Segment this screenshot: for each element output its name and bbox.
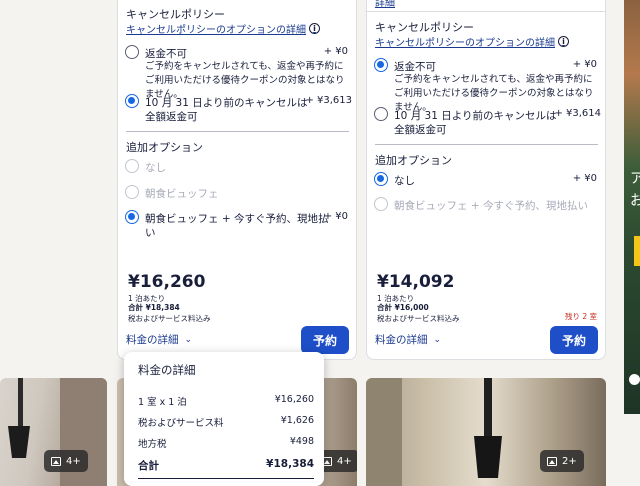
top-details-link[interactable]: 詳細 — [375, 0, 395, 9]
reserve-button[interactable]: 予約 — [301, 326, 349, 354]
reserve-button[interactable]: 予約 — [550, 326, 598, 354]
option-refundable-label: 10 月 31 日より前のキャンセルは — [145, 97, 308, 109]
photo-count-text: 2+ — [562, 455, 577, 467]
radio-addon-breakfast-pay-later — [374, 197, 388, 211]
divider — [375, 144, 598, 145]
top-details-text[interactable]: 詳細 — [375, 0, 395, 9]
room-offer-card-left: キャンセルポリシー キャンセルポリシーのオプションの詳細 i 返金不可 + ¥0… — [117, 0, 357, 360]
info-icon[interactable]: i — [309, 23, 320, 34]
addon-title: 追加オプション — [126, 141, 203, 154]
ad-text: ア お — [630, 171, 640, 209]
total-price: 合計 ¥16,000 — [377, 303, 429, 312]
popup-row-total: 合計 ¥18,384 — [138, 458, 314, 473]
popup-total-value: ¥18,384 — [266, 458, 314, 470]
tax-note: 税およびサービス料込み — [128, 314, 211, 323]
total-price: 合計 ¥18,384 — [128, 303, 180, 312]
popup-row-tax: 税およびサービス料 ¥1,626 — [138, 415, 314, 429]
divider — [126, 131, 349, 132]
price-details-text[interactable]: 料金の詳細 — [375, 332, 428, 347]
photo-count-text: 4+ — [337, 455, 352, 467]
radio-addon-breakfast — [125, 185, 139, 199]
option-refundable-label2: 全額返金可 — [145, 111, 198, 123]
price-details-popup: 料金の詳細 1 室 x 1 泊 ¥16,260 税およびサービス料 ¥1,626… — [124, 352, 324, 486]
popup-title: 料金の詳細 — [138, 363, 196, 377]
addon-none-label: なし — [394, 175, 415, 187]
addon-none-price: + ¥0 — [572, 173, 597, 184]
clock-icon — [629, 374, 640, 385]
popup-row-room: 1 室 x 1 泊 ¥16,260 — [138, 394, 314, 408]
option-nonrefundable-label: 返金不可 — [394, 61, 436, 73]
popup-row-label: 地方税 — [138, 439, 167, 450]
room-offer-card-right: 詳細 キャンセルポリシー キャンセルポリシーのオプションの詳細 i 返金不可 +… — [366, 0, 606, 360]
option-refundable-label2: 全額返金可 — [394, 124, 447, 136]
radio-addon-none — [125, 159, 139, 173]
photo-count-badge[interactable]: 2+ — [540, 450, 584, 472]
option-nonrefundable-label: 返金不可 — [145, 48, 187, 60]
image-icon — [51, 456, 61, 466]
radio-nonrefundable[interactable] — [374, 58, 388, 72]
option-refundable-price: + ¥3,613 — [305, 95, 352, 106]
radio-refundable[interactable] — [374, 107, 388, 121]
nightly-price: ¥14,092 — [377, 272, 455, 292]
cancel-policy-title: キャンセルポリシー — [375, 21, 474, 34]
room-photo-right[interactable]: 2+ — [366, 378, 606, 486]
ad-banner[interactable]: ア お — [624, 0, 640, 414]
option-nonrefundable-price: + ¥0 — [572, 59, 597, 70]
radio-nonrefundable[interactable] — [125, 45, 139, 59]
price-details-link[interactable]: 料金の詳細 ⌄ — [126, 332, 192, 347]
rooms-left-badge: 残り 2 室 — [564, 312, 597, 321]
popup-row-label: 1 室 x 1 泊 — [138, 397, 187, 408]
addon-breakfast-pay-later-label: 朝食ビュッフェ + 今すぐ予約、現地払 — [145, 213, 329, 225]
popup-row-value: ¥16,260 — [274, 394, 314, 405]
cancel-policy-details-link[interactable]: キャンセルポリシーのオプションの詳細 i — [126, 21, 320, 36]
price-details-text[interactable]: 料金の詳細 — [126, 332, 179, 347]
addon-none-label: なし — [145, 162, 166, 174]
radio-refundable[interactable] — [125, 94, 139, 108]
nightly-price: ¥16,260 — [128, 272, 206, 292]
photo-count-badge[interactable]: 4+ — [44, 450, 88, 472]
popup-row-value: ¥498 — [289, 436, 314, 447]
addon-breakfast-pay-later-label2: い — [145, 227, 156, 239]
image-icon — [547, 456, 557, 466]
price-details-link[interactable]: 料金の詳細 ⌄ — [375, 332, 441, 347]
ad-cta[interactable] — [634, 236, 640, 266]
info-icon[interactable]: i — [558, 36, 569, 47]
cancel-policy-link-text[interactable]: キャンセルポリシーのオプションの詳細 — [126, 21, 306, 36]
divider — [367, 11, 605, 12]
divider — [138, 478, 314, 479]
option-nonrefundable-price: + ¥0 — [323, 46, 348, 57]
popup-row-label: 税およびサービス料 — [138, 418, 224, 429]
option-refundable-label: 10 月 31 日より前のキャンセルは — [394, 110, 557, 122]
chevron-down-icon[interactable]: ⌄ — [434, 335, 442, 345]
cancel-policy-link-text[interactable]: キャンセルポリシーのオプションの詳細 — [375, 34, 555, 49]
addon-breakfast-label: 朝食ビュッフェ — [145, 188, 219, 200]
addon-title: 追加オプション — [375, 154, 452, 167]
popup-row-value: ¥1,626 — [280, 415, 314, 426]
popup-row-local-tax: 地方税 ¥498 — [138, 436, 314, 450]
popup-total-label: 合計 — [138, 460, 159, 472]
cancel-policy-title: キャンセルポリシー — [126, 8, 225, 21]
option-refundable-price: + ¥3,614 — [554, 108, 601, 119]
tax-note: 税およびサービス料込み — [377, 314, 460, 323]
radio-addon-breakfast-pay-later[interactable] — [125, 210, 139, 224]
cancel-policy-details-link[interactable]: キャンセルポリシーのオプションの詳細 i — [375, 34, 569, 49]
addon-breakfast-pay-later-label: 朝食ビュッフェ + 今すぐ予約、現地払い — [394, 200, 588, 212]
addon-breakfast-pay-later-price: + ¥0 — [323, 211, 348, 222]
radio-addon-none[interactable] — [374, 172, 388, 186]
room-photo-left[interactable]: 4+ — [0, 378, 107, 486]
chevron-down-icon[interactable]: ⌄ — [185, 335, 193, 345]
photo-count-text: 4+ — [66, 455, 81, 467]
